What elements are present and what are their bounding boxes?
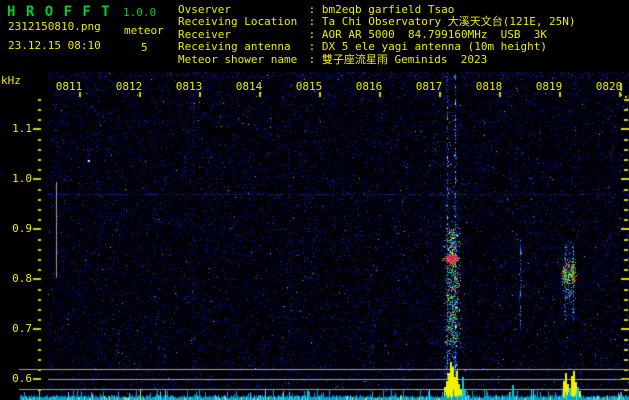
time-tick-label: 0813 xyxy=(174,80,204,93)
info-separator: : xyxy=(302,53,322,66)
freq-axis-unit: kHz xyxy=(1,74,21,87)
info-separator: : xyxy=(302,40,322,53)
info-label: Receiving Location xyxy=(178,16,302,28)
app-version: 1.0.0 xyxy=(123,6,156,19)
time-tick-label: 0812 xyxy=(114,80,144,93)
freq-tick-label: 0.6 xyxy=(0,372,32,385)
info-value: Ta Chi Observatory 大溪天文台(121E, 25N) xyxy=(322,15,576,28)
datetime-label: 23.12.15 08:10 xyxy=(8,39,101,52)
app-title: H R O F F T xyxy=(7,4,111,20)
mode-label: meteor xyxy=(124,24,164,37)
time-tick-label: 0814 xyxy=(234,80,264,93)
time-tick-label: 0816 xyxy=(354,80,384,93)
info-separator: : xyxy=(302,15,322,28)
time-tick-label: 0818 xyxy=(474,80,504,93)
freq-tick-label: 0.7 xyxy=(0,322,32,335)
meteor-count: 5 xyxy=(141,41,148,54)
time-tick-label: 0820 xyxy=(594,80,624,93)
station-info-block: Ovserver : bm2eqb garfield TsaoReceiving… xyxy=(178,4,576,66)
hrofft-window: H R O F F T 1.0.0 2312150810.png meteor … xyxy=(0,0,629,400)
info-label: Receiving antenna xyxy=(178,41,302,53)
freq-tick-label: 0.8 xyxy=(0,272,32,285)
info-value: 雙子座流星雨 Geminids 2023 xyxy=(322,53,487,66)
time-tick-label: 0819 xyxy=(534,80,564,93)
freq-tick-label: 1.1 xyxy=(0,122,32,135)
time-tick-label: 0817 xyxy=(414,80,444,93)
time-tick-label: 0815 xyxy=(294,80,324,93)
info-row: Meteor shower name : 雙子座流星雨 Geminids 202… xyxy=(178,54,576,66)
time-tick-label: 0811 xyxy=(54,80,84,93)
output-filename: 2312150810.png xyxy=(8,20,101,33)
info-value: AOR AR 5000 84.799160MHz USB 3K xyxy=(322,28,547,41)
freq-tick-label: 1.0 xyxy=(0,172,32,185)
freq-tick-label: 0.9 xyxy=(0,222,32,235)
info-label: Meteor shower name xyxy=(178,54,302,66)
info-value: DX 5 ele yagi antenna (10m height) xyxy=(322,40,547,53)
info-separator: : xyxy=(302,28,322,41)
